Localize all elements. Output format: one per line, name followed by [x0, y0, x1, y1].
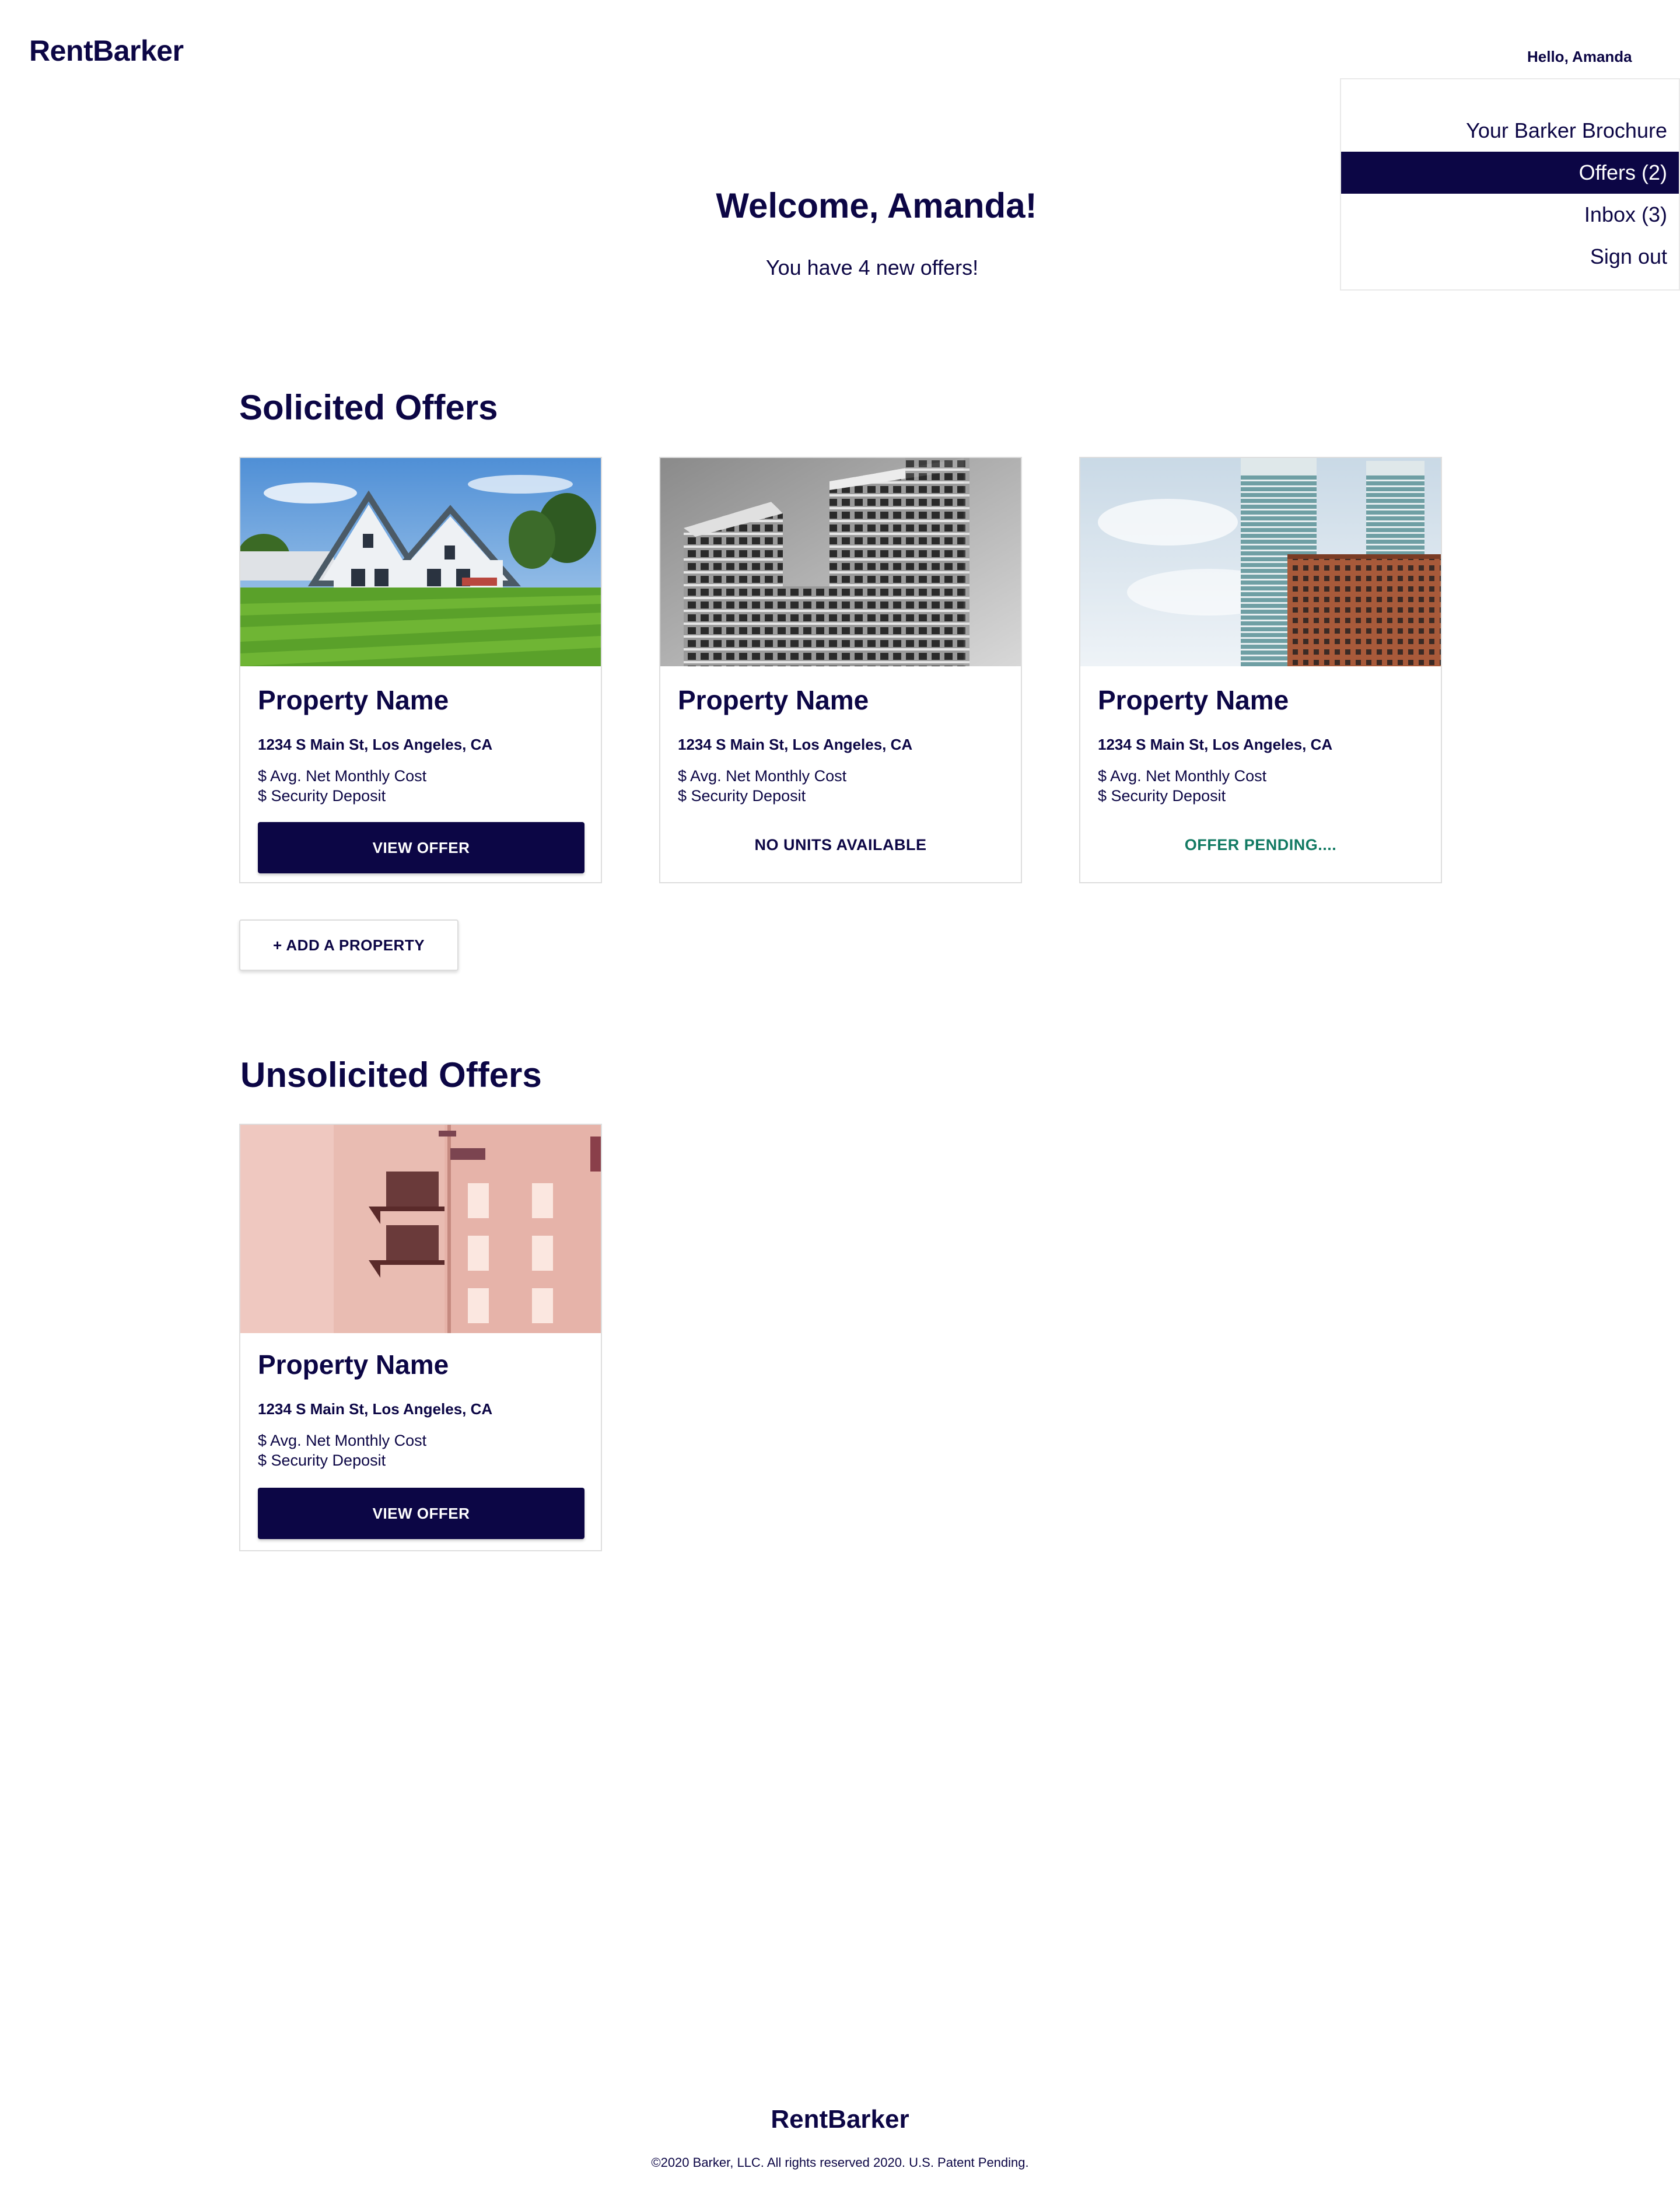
unsolicited-offers-title: Unsolicited Offers [240, 1055, 542, 1094]
welcome-subtitle: You have 4 new offers! [765, 256, 979, 279]
security-deposit: $ Security Deposit [258, 1452, 386, 1469]
property-photo [660, 458, 1021, 666]
footer-copyright: ©2020 Barker, LLC. All rights reserved 2… [651, 2155, 1029, 2170]
property-card: Property Name 1234 S Main St, Los Angele… [1079, 457, 1442, 883]
property-photo [1080, 458, 1441, 666]
status-no-units: NO UNITS AVAILABLE [754, 836, 927, 854]
property-card: Property Name 1234 S Main St, Los Angele… [659, 457, 1022, 883]
security-deposit: $ Security Deposit [1098, 787, 1226, 805]
user-greeting[interactable]: Hello, Amanda [1527, 48, 1632, 66]
property-card: Property Name 1234 S Main St, Los Angele… [239, 1124, 602, 1551]
footer-logo[interactable]: RentBarker [0, 2105, 1680, 2134]
monthly-cost: $ Avg. Net Monthly Cost [1098, 767, 1267, 785]
view-offer-button[interactable]: VIEW OFFER [258, 1488, 584, 1539]
status-offer-pending: OFFER PENDING.... [1184, 836, 1337, 854]
menu-item-brochure[interactable]: Your Barker Brochure [1341, 110, 1679, 152]
monthly-cost: $ Avg. Net Monthly Cost [258, 767, 427, 785]
property-name: Property Name [258, 1349, 449, 1380]
property-address: 1234 S Main St, Los Angeles, CA [678, 736, 913, 753]
property-name: Property Name [678, 685, 869, 715]
security-deposit: $ Security Deposit [258, 787, 386, 805]
property-address: 1234 S Main St, Los Angeles, CA [258, 1400, 493, 1418]
property-card: Property Name 1234 S Main St, Los Angele… [239, 457, 602, 883]
property-photo [240, 1125, 601, 1333]
logo[interactable]: RentBarker [29, 34, 184, 68]
property-name: Property Name [258, 685, 449, 715]
property-name: Property Name [1098, 685, 1289, 715]
property-address: 1234 S Main St, Los Angeles, CA [1098, 736, 1333, 753]
dashboard-page: RentBarker Hello, Amanda Your Barker Bro… [0, 0, 1680, 2196]
welcome-title: Welcome, Amanda! [716, 186, 1037, 225]
view-offer-button[interactable]: VIEW OFFER [258, 822, 584, 873]
property-address: 1234 S Main St, Los Angeles, CA [258, 736, 493, 753]
security-deposit: $ Security Deposit [678, 787, 806, 805]
monthly-cost: $ Avg. Net Monthly Cost [678, 767, 847, 785]
solicited-offers-title: Solicited Offers [239, 388, 498, 427]
add-property-button[interactable]: + ADD A PROPERTY [239, 919, 459, 971]
property-photo [240, 458, 601, 666]
monthly-cost: $ Avg. Net Monthly Cost [258, 1432, 427, 1449]
